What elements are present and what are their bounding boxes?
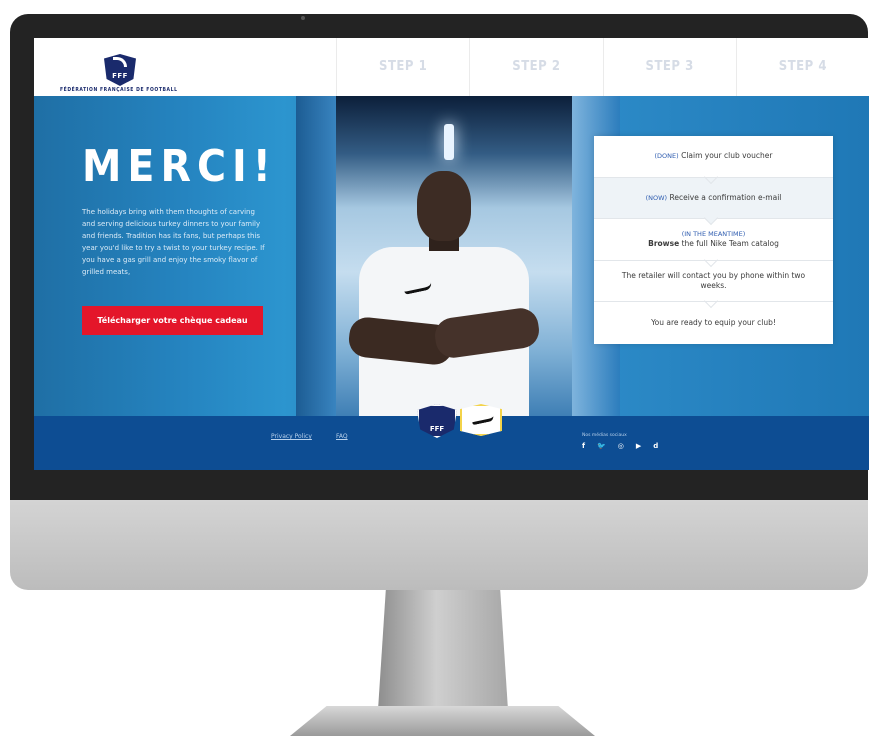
checklist-text: You are ready to equip your club! [651,318,776,328]
facebook-icon[interactable]: f [582,442,585,450]
checklist-item-meantime: (IN THE MEANTIME) Browse the full Nike Te… [594,219,833,267]
step-tabs: STEP 1 STEP 2 STEP 3 STEP 4 [336,38,869,96]
intro-text: The holidays bring with them thoughts of… [82,208,265,276]
page-title: MERCI! [82,141,277,192]
tab-step-4[interactable]: STEP 4 [735,38,869,96]
faq-link[interactable]: FAQ [336,433,348,440]
checklist-text: Receive a confirmation e-mail [669,192,782,202]
checklist-text: Claim your club voucher [681,151,773,161]
privacy-policy-link[interactable]: Privacy Policy [271,433,312,440]
monitor-stand-base [290,706,595,736]
status-tag: (DONE) [654,152,679,161]
camera-dot [301,16,305,20]
checklist-text: the full Nike Team catalog [681,239,779,249]
monitor-chin [10,500,868,590]
twitter-icon[interactable]: 🐦 [597,442,606,450]
checklist-item-now: (NOW) Receive a confirmation e-mail [594,177,833,226]
progress-checklist: (DONE) Claim your club voucher (NOW) Rec… [594,136,833,344]
hero-ceiling-light [444,124,454,160]
dailymotion-icon[interactable]: d [653,442,658,450]
status-tag: (NOW) [645,193,668,202]
player-head [417,171,471,241]
hero-banner: MERCI! The holidays bring with them thou… [34,96,869,416]
checklist-item-ready: You are ready to equip your club! [594,302,833,344]
social-label: Nos médias sociaux [582,433,627,438]
tab-step-2[interactable]: STEP 2 [469,38,602,96]
instagram-icon[interactable]: ◎ [618,442,624,450]
nike-badge [460,404,502,436]
youtube-icon[interactable]: ▶ [636,442,641,450]
player-photo [347,171,542,416]
hero-background-left-wall [296,96,338,416]
checklist-text: The retailer will contact you by phone w… [621,271,806,291]
checklist-item-retailer: The retailer will contact you by phone w… [594,261,833,309]
federation-name: FÉDÉRATION FRANÇAISE DE FOOTBALL [60,87,178,93]
tab-step-1[interactable]: STEP 1 [336,38,469,96]
checklist-item-done: (DONE) Claim your club voucher [594,136,833,184]
tab-step-3[interactable]: STEP 3 [602,38,736,96]
social-links: f 🐦 ◎ ▶ d [582,442,658,450]
monitor-stand-neck [378,590,508,710]
site-header: FFF FÉDÉRATION FRANÇAISE DE FOOTBALL STE… [34,38,869,96]
browse-link[interactable]: Browse [648,239,679,248]
download-voucher-button[interactable]: Télécharger votre chèque cadeau [82,306,263,335]
screen: FFF FÉDÉRATION FRANÇAISE DE FOOTBALL STE… [34,38,869,470]
nike-swoosh-icon [471,415,495,426]
status-tag: (IN THE MEANTIME) [681,230,746,239]
